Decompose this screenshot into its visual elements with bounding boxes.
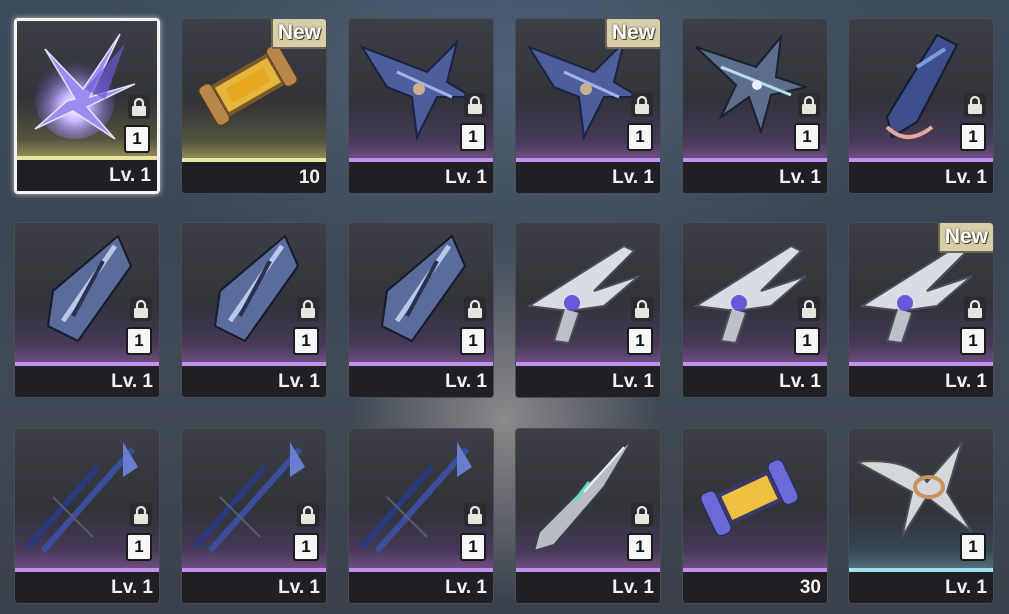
item-footer-label: Lv. 1	[182, 366, 326, 397]
item-footer-label: 10	[182, 162, 326, 193]
silver-lance-art	[524, 436, 640, 553]
blue-spear-art	[357, 437, 473, 553]
item-card-blue-spear[interactable]: 1 Lv. 1	[14, 428, 160, 604]
item-card-gold-capsule[interactable]: 10 New	[181, 18, 327, 194]
item-footer-label: Lv. 1	[17, 160, 157, 191]
lock-icon[interactable]	[464, 93, 486, 117]
shield-blade-art	[23, 231, 139, 347]
item-footer-label: Lv. 1	[182, 572, 326, 603]
item-footer-label: Lv. 1	[683, 162, 827, 193]
item-footer-label: Lv. 1	[349, 366, 493, 397]
stack-count-badge: 1	[126, 533, 152, 561]
lock-icon[interactable]	[297, 503, 319, 527]
white-pistol-art	[691, 231, 807, 347]
item-footer-label: Lv. 1	[349, 162, 493, 193]
item-card-shield-blade[interactable]: 1 Lv. 1	[348, 222, 494, 398]
lock-icon[interactable]	[464, 297, 486, 321]
item-card-blue-spear[interactable]: 1 Lv. 1	[348, 428, 494, 604]
item-card-blue-crossbow[interactable]: 1 Lv. 1	[348, 18, 494, 194]
item-card-white-pistol[interactable]: 1 Lv. 1	[515, 222, 661, 398]
item-card-white-pistol[interactable]: 1 Lv. 1 New	[848, 222, 994, 398]
item-card-purple-capsule[interactable]: 30	[682, 428, 828, 604]
shield-blade-art	[357, 231, 473, 347]
stack-count-badge: 1	[627, 533, 653, 561]
lock-icon[interactable]	[798, 93, 820, 117]
new-badge: New	[270, 19, 326, 49]
steel-crossbow-art	[691, 27, 810, 143]
lock-icon[interactable]	[964, 297, 986, 321]
item-card-star-crystal-weapon[interactable]: 1 Lv. 1	[14, 18, 160, 194]
stack-count-badge: 1	[124, 125, 150, 153]
lock-icon[interactable]	[798, 297, 820, 321]
item-card-silver-lance[interactable]: 1 Lv. 1	[515, 428, 661, 604]
lock-icon[interactable]	[130, 503, 152, 527]
stack-count-badge: 1	[293, 533, 319, 561]
item-footer-label: Lv. 1	[349, 572, 493, 603]
stack-count-badge: 1	[627, 327, 653, 355]
inventory-grid: 1 Lv. 1 10 New 1 Lv. 1 1 Lv. 1 New 1 Lv. 1 1 Lv. 1 1 L…	[0, 0, 1009, 614]
item-card-white-pistol[interactable]: 1 Lv. 1	[682, 222, 828, 398]
stack-count-badge: 1	[126, 327, 152, 355]
stack-count-badge: 1	[460, 533, 486, 561]
item-footer-label: Lv. 1	[849, 366, 993, 397]
lock-icon[interactable]	[130, 297, 152, 321]
item-footer-label: Lv. 1	[683, 366, 827, 397]
stack-count-badge: 1	[960, 123, 986, 151]
item-card-blue-gauntlet[interactable]: 1 Lv. 1	[848, 18, 994, 194]
lock-icon[interactable]	[631, 503, 653, 527]
lock-icon[interactable]	[964, 93, 986, 117]
item-footer-label: Lv. 1	[849, 162, 993, 193]
item-card-shield-blade[interactable]: 1 Lv. 1	[181, 222, 327, 398]
item-footer-label: Lv. 1	[849, 572, 993, 603]
purple-capsule-art	[691, 437, 807, 553]
lock-icon[interactable]	[297, 297, 319, 321]
item-card-blue-crossbow[interactable]: 1 Lv. 1 New	[515, 18, 661, 194]
item-card-steel-crossbow[interactable]: 1 Lv. 1	[682, 18, 828, 194]
lock-icon[interactable]	[464, 503, 486, 527]
stack-count-badge: 1	[794, 327, 820, 355]
blue-spear-art	[190, 437, 306, 553]
lock-icon[interactable]	[128, 95, 150, 119]
bone-wings-art	[853, 437, 973, 553]
stack-count-badge: 1	[460, 327, 486, 355]
blue-gauntlet-art	[857, 27, 973, 143]
item-card-bone-wings[interactable]: 1 Lv. 1	[848, 428, 994, 604]
item-card-blue-spear[interactable]: 1 Lv. 1	[181, 428, 327, 604]
new-badge: New	[604, 19, 660, 49]
item-card-shield-blade[interactable]: 1 Lv. 1	[14, 222, 160, 398]
stack-count-badge: 1	[627, 123, 653, 151]
lock-icon[interactable]	[631, 297, 653, 321]
lock-icon[interactable]	[631, 93, 653, 117]
item-footer-label: Lv. 1	[516, 572, 660, 603]
blue-spear-art	[23, 437, 139, 553]
new-badge: New	[937, 223, 993, 253]
shield-blade-art	[190, 231, 306, 347]
white-pistol-art	[524, 231, 640, 347]
item-footer-label: Lv. 1	[516, 366, 660, 397]
item-footer-label: Lv. 1	[15, 366, 159, 397]
stack-count-badge: 1	[960, 327, 986, 355]
blue-crossbow-art	[357, 27, 476, 143]
stack-count-badge: 1	[460, 123, 486, 151]
item-footer-label: 30	[683, 572, 827, 603]
item-footer-label: Lv. 1	[516, 162, 660, 193]
stack-count-badge: 1	[960, 533, 986, 561]
stack-count-badge: 1	[293, 327, 319, 355]
stack-count-badge: 1	[794, 123, 820, 151]
item-footer-label: Lv. 1	[15, 572, 159, 603]
